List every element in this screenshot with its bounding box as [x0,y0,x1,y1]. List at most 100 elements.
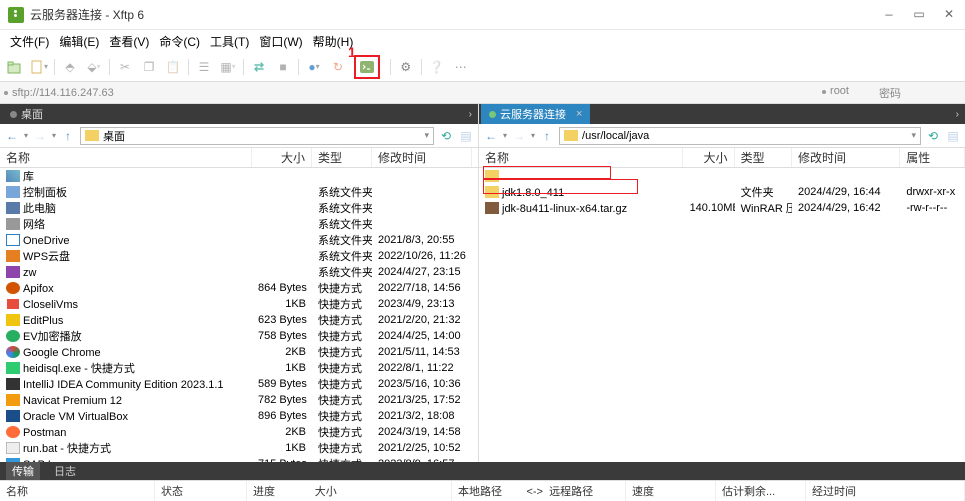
table-row[interactable]: Postman2KB快捷方式2024/3/19, 14:58 [0,424,478,440]
user-label[interactable]: root [830,85,849,97]
dropdown-icon[interactable]: ▾ [911,130,916,141]
table-row[interactable]: jdk-8u411-linux-x64.tar.gz140.10MBWinRAR… [479,200,965,216]
cell-mod: 2022/8/1, 11:22 [372,362,472,374]
table-row[interactable]: OneDrive系统文件夹2021/8/3, 20:55 [0,232,478,248]
local-tab-chevron-icon[interactable]: › [463,109,478,120]
local-tab[interactable]: 桌面 [2,104,73,124]
close-button[interactable]: ✕ [943,9,955,21]
f-edit-icon [6,314,20,326]
cell-mod: 2023/4/9, 23:13 [372,298,472,310]
table-row[interactable]: Google Chrome2KB快捷方式2021/5/11, 14:53 [0,344,478,360]
table-row[interactable]: Apifox864 Bytes快捷方式2022/7/18, 14:56 [0,280,478,296]
table-row[interactable]: 库 [0,168,478,184]
about-icon[interactable]: ⋯ [452,58,470,76]
link2-icon[interactable]: ⬙▾ [85,58,103,76]
table-row[interactable]: jdk1.8.0_411文件夹2024/4/29, 16:44drwxr-xr-… [479,184,965,200]
toolbar: ▾ ⬘ ⬙▾ ✂ ❐ 📋 ☰ ▦▾ ⇄ ■ ●▾ ↻ 1 ⚙ ❔ ⋯ [0,52,965,82]
up-icon[interactable]: ↑ [60,128,76,144]
help-icon[interactable]: ❔ [428,58,446,76]
table-row[interactable]: EV加密播放758 Bytes快捷方式2024/4/25, 14:00 [0,328,478,344]
remote-tab[interactable]: 云服务器连接× [481,104,590,124]
password-label[interactable]: 密码 [879,85,901,101]
copy-icon[interactable]: ❐ [140,58,158,76]
menu-file[interactable]: 文件(F) [6,31,53,52]
table-row[interactable]: 控制面板系统文件夹 [0,184,478,200]
table-row[interactable]: Oracle VM VirtualBox896 Bytes快捷方式2021/3/… [0,408,478,424]
new-session-icon[interactable] [6,58,24,76]
remote-nav: ←▾ →▾ ↑ /usr/local/java▾ ⟲ ▤ [479,124,965,148]
table-row[interactable]: 网络系统文件夹 [0,216,478,232]
menu-tools[interactable]: 工具(T) [206,31,253,52]
f-heidi-icon [6,362,20,374]
remote-home-icon[interactable]: ▤ [945,128,961,144]
col-type[interactable]: 类型 [312,148,372,167]
cell-mod: 2024/3/19, 14:58 [372,426,472,438]
stop-icon[interactable]: ■ [274,58,292,76]
cell-size: 782 Bytes [252,394,312,406]
log-tabs: 传输 日志 [0,462,965,480]
table-row[interactable]: IntelliJ IDEA Community Edition 2023.1.1… [0,376,478,392]
local-refresh-icon[interactable]: ⟲ [438,128,454,144]
transfer-tab[interactable]: 传输 [6,462,40,480]
transfer-icon[interactable]: ⇄ [250,58,268,76]
address-field[interactable]: sftp://114.116.247.63 [12,87,114,99]
terminal-icon[interactable] [358,58,376,76]
table-row[interactable]: 此电脑系统文件夹 [0,200,478,216]
maximize-button[interactable]: ▭ [913,9,925,21]
cell-attr: drwxr-xr-x [900,186,965,198]
cut-icon[interactable]: ✂ [116,58,134,76]
tab-close-icon[interactable]: × [576,108,582,120]
minimize-button[interactable]: — [883,9,895,21]
table-row[interactable]: Navicat Premium 12782 Bytes快捷方式2021/3/25… [0,392,478,408]
cell-type: 系统文件夹 [312,232,372,248]
remote-tab-chevron-icon[interactable]: › [950,109,965,120]
col-name[interactable]: 名称 [479,148,683,167]
f-up-icon [485,170,499,182]
view-icon[interactable]: ▦▾ [219,58,237,76]
new-file-icon[interactable]: ▾ [30,58,48,76]
forward-icon[interactable]: → [511,128,527,144]
col-attr[interactable]: 属性 [900,148,965,167]
col-type[interactable]: 类型 [735,148,792,167]
up-icon[interactable]: ↑ [539,128,555,144]
settings-icon[interactable]: ⚙ [397,58,415,76]
local-home-icon[interactable]: ▤ [458,128,474,144]
cell-mod: 2021/3/25, 17:52 [372,394,472,406]
table-row[interactable]: run.bat - 快捷方式1KB快捷方式2021/2/25, 10:52 [0,440,478,456]
table-row[interactable]: EditPlus623 Bytes快捷方式2021/2/20, 21:32 [0,312,478,328]
remote-path-field[interactable]: /usr/local/java▾ [559,127,921,145]
table-row[interactable]: heidisql.exe - 快捷方式1KB快捷方式2022/8/1, 11:2… [0,360,478,376]
paste-icon[interactable]: 📋 [164,58,182,76]
link-icon[interactable]: ⬘ [61,58,79,76]
back-icon[interactable]: ← [483,128,499,144]
table-row[interactable]: WPS云盘系统文件夹2022/10/26, 11:26 [0,248,478,264]
f-close-icon [6,298,20,310]
sync-icon[interactable]: ↻ [329,58,347,76]
col-mod[interactable]: 修改时间 [792,148,900,167]
remote-refresh-icon[interactable]: ⟲ [925,128,941,144]
table-row[interactable]: CloseliVms1KB快捷方式2023/4/9, 23:13 [0,296,478,312]
local-file-table: 名称 大小 类型 修改时间 库控制面板系统文件夹此电脑系统文件夹网络系统文件夹O… [0,148,478,462]
col-size[interactable]: 大小 [683,148,734,167]
local-path-field[interactable]: 桌面▾ [80,127,434,145]
menu-cmd[interactable]: 命令(C) [155,31,204,52]
refresh-icon[interactable]: ●▾ [305,58,323,76]
table-row[interactable]: .. [479,168,965,184]
menu-edit[interactable]: 编辑(E) [55,31,103,52]
menu-view[interactable]: 查看(V) [105,31,153,52]
app-icon [8,7,24,23]
statusbar: 名称 状态 进度 大小 本地路径 <-> 远程路径 速度 估计剩余... 经过时… [0,480,965,500]
transfer-arrow-icon: <-> [526,486,543,498]
back-icon[interactable]: ← [4,128,20,144]
table-row[interactable]: zw系统文件夹2024/4/27, 23:15 [0,264,478,280]
cell-type: 系统文件夹 [312,184,372,200]
col-mod[interactable]: 修改时间 [372,148,472,167]
prop-icon[interactable]: ☰ [195,58,213,76]
forward-icon[interactable]: → [32,128,48,144]
f-od-icon [6,234,20,246]
col-size[interactable]: 大小 [252,148,312,167]
log-tab[interactable]: 日志 [48,462,82,480]
menu-window[interactable]: 窗口(W) [255,31,306,52]
dropdown-icon[interactable]: ▾ [424,130,429,141]
col-name[interactable]: 名称 [0,148,252,167]
